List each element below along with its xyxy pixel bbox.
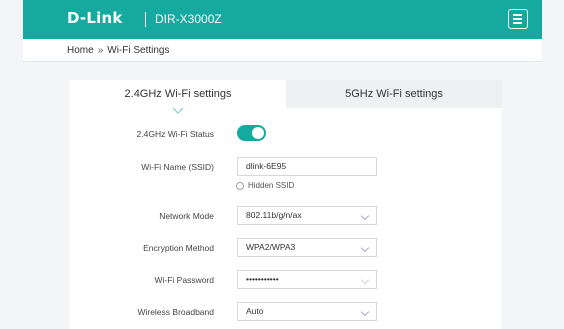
network-mode-label: Network Mode: [159, 211, 214, 221]
hidden-ssid-radio[interactable]: [236, 182, 244, 190]
tab-2-4ghz[interactable]: 2.4GHz Wi-Fi settings: [70, 80, 286, 108]
brand-logo: D-Link: [67, 9, 123, 27]
show-password-icon[interactable]: [360, 275, 370, 285]
encryption-label: Encryption Method: [143, 243, 214, 253]
active-tab-caret-icon: [173, 107, 183, 114]
menu-line: [513, 14, 522, 16]
network-mode-select[interactable]: 802.11b/g/n/ax: [237, 206, 377, 225]
chevron-down-icon: [360, 211, 370, 221]
menu-icon[interactable]: [508, 9, 528, 29]
bandwidth-label: Wireless Broadband: [137, 307, 214, 317]
encryption-value: WPA2/WPA3: [246, 242, 296, 252]
top-header-bar: D-Link DIR-X3000Z: [23, 0, 542, 39]
bandwidth-select[interactable]: Auto: [237, 302, 377, 321]
wifi-status-label: 2.4GHz Wi-Fi Status: [136, 129, 214, 139]
breadcrumb-separator: »: [97, 45, 104, 56]
breadcrumb: Home» Wi-Fi Settings: [67, 45, 169, 56]
network-mode-value: 802.11b/g/n/ax: [246, 210, 302, 220]
password-label: Wi-Fi Password: [154, 275, 214, 285]
device-model: DIR-X3000Z: [155, 12, 222, 26]
encryption-select[interactable]: WPA2/WPA3: [237, 238, 377, 257]
menu-line: [513, 22, 522, 24]
breadcrumb-bar: Home» Wi-Fi Settings: [23, 39, 542, 62]
menu-line: [513, 18, 522, 20]
password-input[interactable]: •••••••••••: [237, 270, 377, 289]
tab-5ghz[interactable]: 5GHz Wi-Fi settings: [286, 80, 502, 108]
bandwidth-value: Auto: [246, 306, 264, 316]
hidden-ssid-label: Hidden SSID: [248, 181, 295, 190]
breadcrumb-current: Wi-Fi Settings: [107, 45, 170, 56]
chevron-down-icon: [360, 307, 370, 317]
password-value: •••••••••••: [246, 274, 279, 284]
ssid-label: Wi-Fi Name (SSID): [141, 162, 214, 172]
chevron-down-icon: [360, 243, 370, 253]
wifi-settings-panel: 2.4GHz Wi-Fi settings 5GHz Wi-Fi setting…: [70, 80, 502, 329]
toggle-knob: [252, 127, 264, 139]
breadcrumb-home[interactable]: Home: [67, 45, 94, 56]
wifi-status-toggle[interactable]: [237, 125, 266, 141]
header-divider: [145, 12, 146, 27]
ssid-input[interactable]: dlink-6E95: [237, 157, 377, 176]
